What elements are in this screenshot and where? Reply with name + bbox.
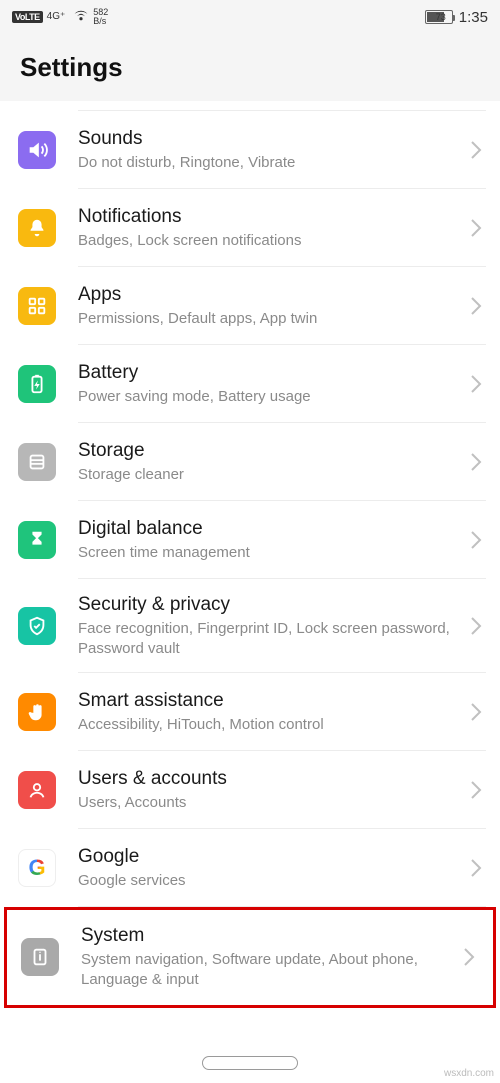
item-subtitle: Badges, Lock screen notifications bbox=[78, 231, 458, 251]
settings-item-text: Battery Power saving mode, Battery usage bbox=[78, 361, 466, 407]
item-title: Digital balance bbox=[78, 517, 458, 541]
item-title: Sounds bbox=[78, 127, 458, 151]
item-subtitle: System navigation, Software update, Abou… bbox=[81, 950, 451, 991]
status-left: VoLTE 4G⁺ 582 B/s bbox=[12, 8, 108, 26]
chevron-right-icon bbox=[466, 452, 486, 472]
chevron-right-icon bbox=[466, 296, 486, 316]
item-title: Battery bbox=[78, 361, 458, 385]
signal-text: 4G⁺ bbox=[47, 12, 66, 22]
settings-item-digital-balance[interactable]: Digital balance Screen time management bbox=[0, 501, 500, 579]
truncated-previous-row bbox=[78, 101, 486, 111]
wifi-icon bbox=[73, 9, 89, 25]
settings-item-storage[interactable]: Storage Storage cleaner bbox=[0, 423, 500, 501]
settings-item-text: Users & accounts Users, Accounts bbox=[78, 767, 466, 813]
gesture-nav-bar[interactable] bbox=[0, 1043, 500, 1083]
settings-list[interactable]: Sounds Do not disturb, Ringtone, Vibrate… bbox=[0, 101, 500, 1043]
settings-item-apps[interactable]: Apps Permissions, Default apps, App twin bbox=[0, 267, 500, 345]
settings-item-text: Storage Storage cleaner bbox=[78, 439, 466, 485]
hand-icon bbox=[18, 693, 56, 731]
battery-icon: 73 bbox=[425, 10, 453, 24]
item-title: Security & privacy bbox=[78, 593, 458, 617]
status-bar: VoLTE 4G⁺ 582 B/s 73 1:35 bbox=[0, 0, 500, 34]
settings-item-text: Digital balance Screen time management bbox=[78, 517, 466, 563]
chevron-right-icon bbox=[466, 530, 486, 550]
google-icon: G bbox=[18, 849, 56, 887]
chevron-right-icon bbox=[466, 140, 486, 160]
settings-item-text: Google Google services bbox=[78, 845, 466, 891]
settings-item-smart-assistance[interactable]: Smart assistance Accessibility, HiTouch,… bbox=[0, 673, 500, 751]
settings-item-google[interactable]: G Google Google services bbox=[0, 829, 500, 907]
item-title: System bbox=[81, 924, 451, 948]
item-subtitle: Google services bbox=[78, 871, 458, 891]
chevron-right-icon bbox=[466, 218, 486, 238]
shield-icon bbox=[18, 607, 56, 645]
item-subtitle: Permissions, Default apps, App twin bbox=[78, 309, 458, 329]
settings-item-security[interactable]: Security & privacy Face recognition, Fin… bbox=[0, 579, 500, 673]
apps-icon bbox=[18, 287, 56, 325]
storage-icon bbox=[18, 443, 56, 481]
item-subtitle: Do not disturb, Ringtone, Vibrate bbox=[78, 153, 458, 173]
settings-item-notifications[interactable]: Notifications Badges, Lock screen notifi… bbox=[0, 189, 500, 267]
item-title: Smart assistance bbox=[78, 689, 458, 713]
network-rate: 582 B/s bbox=[93, 8, 108, 26]
highlight-frame: System System navigation, Software updat… bbox=[4, 907, 496, 1007]
volte-badge: VoLTE bbox=[12, 11, 43, 23]
nav-pill-icon bbox=[202, 1056, 298, 1070]
item-subtitle: Face recognition, Fingerprint ID, Lock s… bbox=[78, 619, 458, 660]
chevron-right-icon bbox=[466, 702, 486, 722]
item-subtitle: Power saving mode, Battery usage bbox=[78, 387, 458, 407]
user-icon bbox=[18, 771, 56, 809]
settings-item-text: Notifications Badges, Lock screen notifi… bbox=[78, 205, 466, 251]
item-subtitle: Screen time management bbox=[78, 543, 458, 563]
settings-item-text: Sounds Do not disturb, Ringtone, Vibrate bbox=[78, 127, 466, 173]
header: Settings bbox=[0, 34, 500, 101]
info-icon bbox=[21, 938, 59, 976]
sound-icon bbox=[18, 131, 56, 169]
battery-icon bbox=[18, 365, 56, 403]
hourglass-icon bbox=[18, 521, 56, 559]
item-title: Notifications bbox=[78, 205, 458, 229]
settings-item-text: Apps Permissions, Default apps, App twin bbox=[78, 283, 466, 329]
net-rate-unit: B/s bbox=[93, 17, 106, 26]
settings-item-text: Security & privacy Face recognition, Fin… bbox=[78, 593, 466, 659]
chevron-right-icon bbox=[466, 616, 486, 636]
battery-percent: 73 bbox=[430, 12, 452, 22]
item-title: Users & accounts bbox=[78, 767, 458, 791]
bell-icon bbox=[18, 209, 56, 247]
item-subtitle: Users, Accounts bbox=[78, 793, 458, 813]
item-subtitle: Storage cleaner bbox=[78, 465, 458, 485]
chevron-right-icon bbox=[466, 374, 486, 394]
settings-item-sounds[interactable]: Sounds Do not disturb, Ringtone, Vibrate bbox=[0, 111, 500, 189]
settings-item-system[interactable]: System System navigation, Software updat… bbox=[7, 910, 493, 1004]
settings-item-battery[interactable]: Battery Power saving mode, Battery usage bbox=[0, 345, 500, 423]
settings-item-text: System System navigation, Software updat… bbox=[81, 924, 459, 990]
settings-item-users-accounts[interactable]: Users & accounts Users, Accounts bbox=[0, 751, 500, 829]
item-title: Google bbox=[78, 845, 458, 869]
chevron-right-icon bbox=[466, 780, 486, 800]
status-right: 73 1:35 bbox=[425, 9, 488, 26]
watermark: wsxdn.com bbox=[444, 1068, 494, 1079]
page-title: Settings bbox=[20, 52, 480, 83]
item-title: Apps bbox=[78, 283, 458, 307]
chevron-right-icon bbox=[466, 858, 486, 878]
clock: 1:35 bbox=[459, 9, 488, 26]
item-title: Storage bbox=[78, 439, 458, 463]
chevron-right-icon bbox=[459, 947, 479, 967]
settings-item-text: Smart assistance Accessibility, HiTouch,… bbox=[78, 689, 466, 735]
item-subtitle: Accessibility, HiTouch, Motion control bbox=[78, 715, 458, 735]
